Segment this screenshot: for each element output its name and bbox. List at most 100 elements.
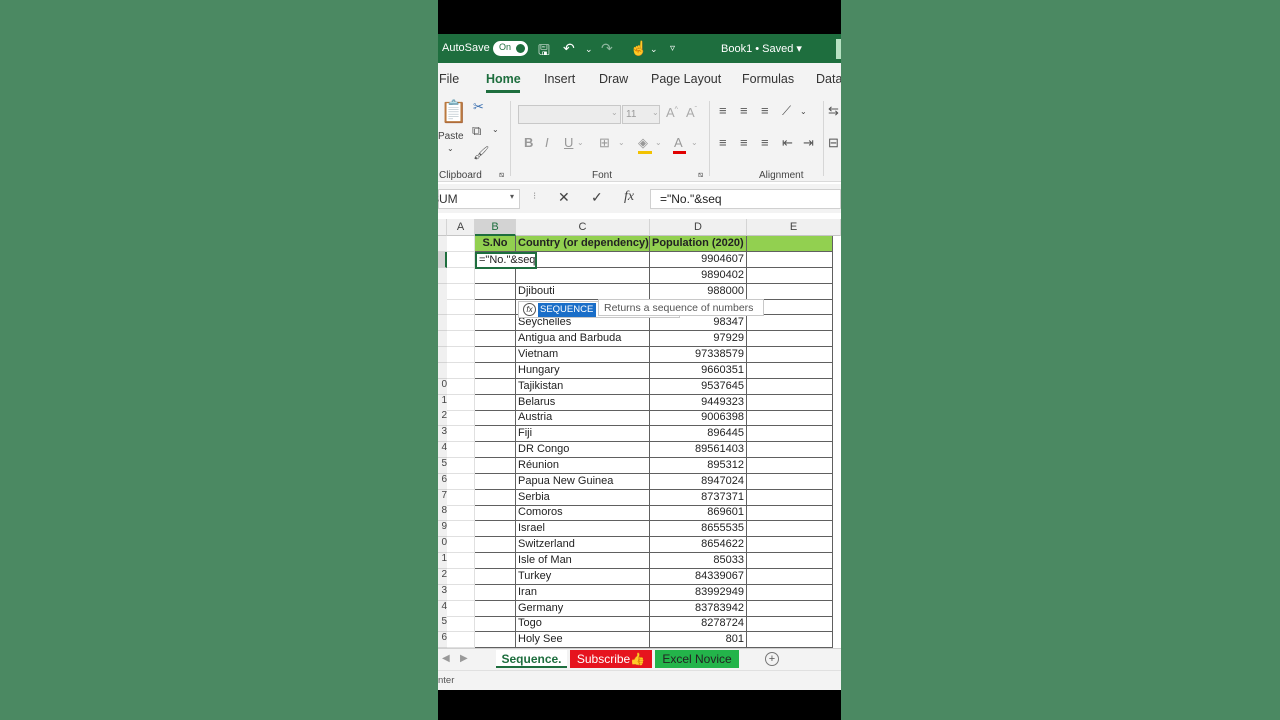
format-painter-icon[interactable]: 🖌 bbox=[473, 145, 490, 161]
font-name-dropdown-icon[interactable]: ⌄ bbox=[611, 108, 618, 117]
cell-population[interactable]: 83992949 bbox=[650, 585, 747, 601]
cell-sno[interactable] bbox=[475, 601, 516, 617]
cell-a[interactable] bbox=[447, 442, 475, 458]
cell-population[interactable]: 896445 bbox=[650, 426, 747, 442]
column-header-e[interactable]: E bbox=[747, 219, 841, 236]
align-middle-icon[interactable]: ≡ bbox=[740, 103, 748, 118]
column-header-c[interactable]: C bbox=[516, 219, 650, 236]
row-header[interactable]: 5 bbox=[438, 458, 447, 474]
cell-country[interactable]: Austria bbox=[516, 410, 650, 426]
cell-a[interactable] bbox=[447, 490, 475, 506]
sheet-tab-subscribe[interactable]: Subscribe👍 bbox=[570, 650, 652, 668]
cell-population[interactable]: 9890402 bbox=[650, 268, 747, 284]
sheet-tab-sequence[interactable]: Sequence. bbox=[496, 650, 567, 668]
cell-a[interactable] bbox=[447, 395, 475, 411]
italic-icon[interactable]: I bbox=[545, 135, 549, 150]
cell-population[interactable]: 8655535 bbox=[650, 521, 747, 537]
cell-population[interactable]: 84339067 bbox=[650, 569, 747, 585]
header-population[interactable]: Population (2020) bbox=[650, 236, 747, 252]
cell-sno[interactable] bbox=[475, 331, 516, 347]
cell-e[interactable] bbox=[747, 585, 833, 601]
row-header[interactable] bbox=[438, 347, 447, 363]
column-header-a[interactable]: A bbox=[447, 219, 475, 236]
cell-country[interactable]: Iran bbox=[516, 585, 650, 601]
tab-page-layout[interactable]: Page Layout bbox=[651, 72, 721, 86]
cell-a[interactable] bbox=[447, 569, 475, 585]
paste-icon[interactable]: 📋 bbox=[440, 99, 467, 125]
tab-file[interactable]: File bbox=[439, 72, 459, 86]
paste-label[interactable]: Paste bbox=[438, 131, 464, 142]
align-bottom-icon[interactable]: ≡ bbox=[761, 103, 769, 118]
cell-population[interactable]: 9006398 bbox=[650, 410, 747, 426]
cell-sno[interactable] bbox=[475, 363, 516, 379]
decrease-font-icon[interactable]: Aˇ bbox=[686, 105, 697, 120]
cell-sno[interactable] bbox=[475, 268, 516, 284]
row-header[interactable] bbox=[438, 268, 447, 284]
cell-sno[interactable] bbox=[475, 537, 516, 553]
cell-sno[interactable] bbox=[475, 553, 516, 569]
cell-a[interactable] bbox=[447, 553, 475, 569]
cell-country[interactable]: Fiji bbox=[516, 426, 650, 442]
cell-country[interactable]: Djibouti bbox=[516, 284, 650, 300]
tab-draw[interactable]: Draw bbox=[599, 72, 628, 86]
fill-color-dropdown-icon[interactable]: ⌄ bbox=[655, 138, 662, 147]
row-header[interactable]: 2 bbox=[438, 410, 447, 426]
cell-a[interactable] bbox=[447, 299, 475, 315]
font-launcher-icon[interactable]: ⧅ bbox=[698, 170, 703, 180]
cell-country[interactable]: Isle of Man bbox=[516, 553, 650, 569]
row-header[interactable]: 8 bbox=[438, 505, 447, 521]
paste-dropdown-icon[interactable]: ⌄ bbox=[447, 144, 454, 153]
cell-e[interactable] bbox=[747, 569, 833, 585]
cell-country[interactable]: Réunion bbox=[516, 458, 650, 474]
cell-e[interactable] bbox=[747, 395, 833, 411]
cell-a[interactable] bbox=[447, 236, 475, 252]
borders-icon[interactable]: ⊞ bbox=[599, 135, 610, 151]
font-name-box[interactable] bbox=[518, 105, 621, 124]
cell-population[interactable]: 9904607 bbox=[650, 252, 747, 268]
cell-e[interactable] bbox=[747, 363, 833, 379]
header-country[interactable]: Country (or dependency) bbox=[516, 236, 650, 252]
name-box-dropdown-icon[interactable]: ▾ bbox=[510, 192, 514, 201]
cell-e[interactable] bbox=[747, 268, 833, 284]
decrease-indent-icon[interactable]: ⇤ bbox=[782, 135, 793, 151]
cell-e[interactable] bbox=[747, 252, 833, 268]
cell-population[interactable]: 801 bbox=[650, 632, 747, 648]
cell-country[interactable]: Holy See bbox=[516, 632, 650, 648]
cell-sno[interactable] bbox=[475, 347, 516, 363]
cell-sno[interactable] bbox=[475, 458, 516, 474]
cell-population[interactable]: 97929 bbox=[650, 331, 747, 347]
row-header[interactable]: 6 bbox=[438, 474, 447, 490]
cell-sno[interactable] bbox=[475, 379, 516, 395]
cell-country[interactable]: Belarus bbox=[516, 395, 650, 411]
align-center-icon[interactable]: ≡ bbox=[740, 135, 748, 150]
row-header[interactable] bbox=[438, 284, 447, 300]
cell-a[interactable] bbox=[447, 601, 475, 617]
increase-font-icon[interactable]: A^ bbox=[666, 105, 678, 120]
cell-country[interactable]: Switzerland bbox=[516, 537, 650, 553]
tab-insert[interactable]: Insert bbox=[544, 72, 575, 86]
cell-e[interactable] bbox=[747, 521, 833, 537]
cell-a[interactable] bbox=[447, 537, 475, 553]
cell-population[interactable]: 869601 bbox=[650, 505, 747, 521]
touch-mode-icon[interactable]: ☝ bbox=[630, 40, 647, 57]
cell-population[interactable]: 83783942 bbox=[650, 601, 747, 617]
increase-indent-icon[interactable]: ⇥ bbox=[803, 135, 814, 151]
cell-population[interactable]: 8737371 bbox=[650, 490, 747, 506]
cell-e[interactable] bbox=[747, 410, 833, 426]
bold-icon[interactable]: B bbox=[524, 135, 533, 150]
orientation-icon[interactable]: ⟋ bbox=[782, 103, 791, 119]
save-icon[interactable]: 🖫 bbox=[538, 40, 550, 64]
undo-icon[interactable]: ↶ bbox=[563, 40, 575, 57]
cancel-entry-icon[interactable]: ✕ bbox=[558, 189, 570, 206]
name-box[interactable]: SUM ▾ bbox=[438, 189, 520, 209]
font-size-dropdown-icon[interactable]: ⌄ bbox=[652, 108, 659, 117]
cell-a[interactable] bbox=[447, 331, 475, 347]
cell-sno[interactable] bbox=[475, 569, 516, 585]
cell-population[interactable]: 8654622 bbox=[650, 537, 747, 553]
row-header[interactable]: 4 bbox=[438, 601, 447, 617]
cell-country[interactable]: Serbia bbox=[516, 490, 650, 506]
row-header[interactable] bbox=[438, 299, 447, 315]
cell-population[interactable]: 9537645 bbox=[650, 379, 747, 395]
next-sheet-icon[interactable]: ▶ bbox=[460, 653, 468, 664]
cell-a[interactable] bbox=[447, 363, 475, 379]
